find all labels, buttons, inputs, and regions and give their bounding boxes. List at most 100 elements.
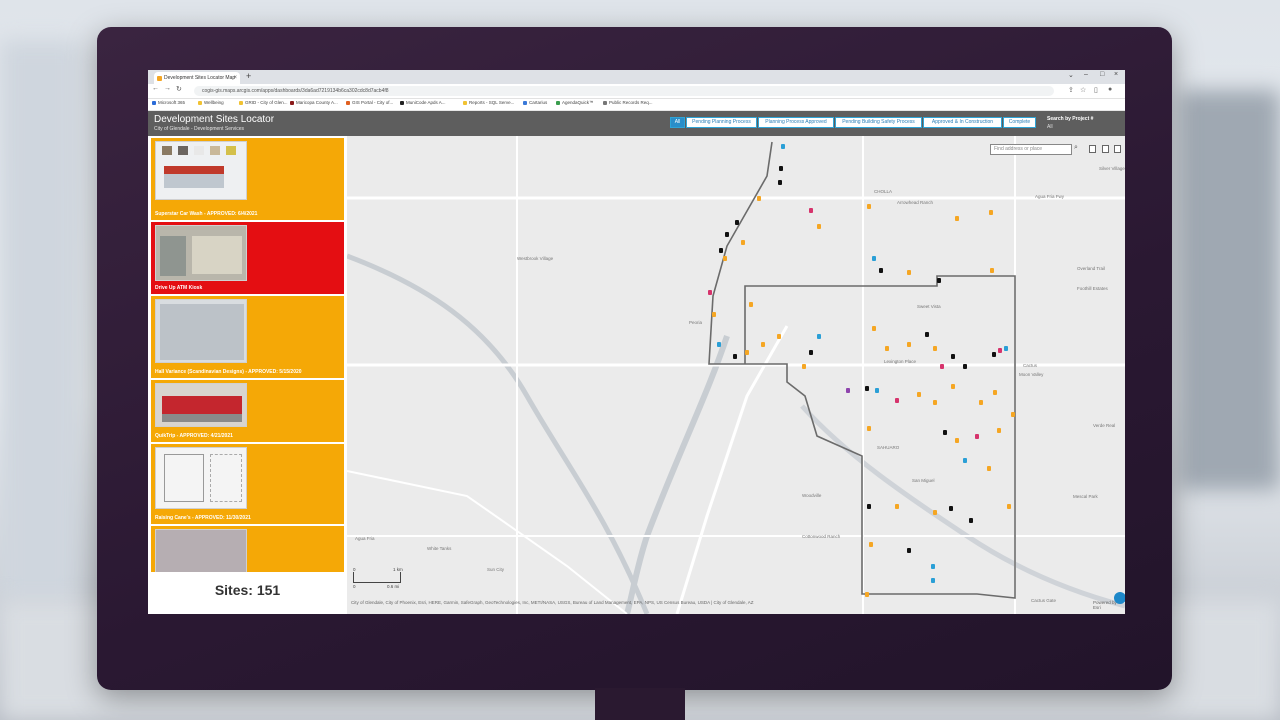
site-marker[interactable] xyxy=(712,312,716,317)
site-marker[interactable] xyxy=(940,364,944,369)
site-marker[interactable] xyxy=(817,224,821,229)
url-field[interactable]: cogis-gis.maps.arcgis.com/apps/dashboard… xyxy=(194,86,1054,96)
bookmark-tool-icon[interactable] xyxy=(1089,145,1096,153)
arcgis-logo-icon[interactable] xyxy=(1114,592,1125,604)
site-marker[interactable] xyxy=(895,504,899,509)
bookmark-item[interactable]: GRID - City of Glen... xyxy=(239,100,288,105)
site-marker[interactable] xyxy=(846,388,850,393)
site-marker[interactable] xyxy=(933,400,937,405)
site-marker[interactable] xyxy=(809,350,813,355)
profile-avatar-icon[interactable]: ● xyxy=(1108,86,1112,93)
map-view[interactable]: CHOLLA Arrowhead Ranch Westbrook Village… xyxy=(347,136,1125,614)
list-item[interactable]: Raising Cane's - APPROVED: 11/30/2021 xyxy=(151,444,344,524)
bookmark-item[interactable]: AgendaQuick™ xyxy=(556,100,594,105)
site-marker[interactable] xyxy=(817,334,821,339)
site-marker[interactable] xyxy=(907,270,911,275)
site-marker[interactable] xyxy=(933,510,937,515)
bookmark-item[interactable]: Wellbeing xyxy=(198,100,224,105)
bookmark-item[interactable]: Public Records Req... xyxy=(603,100,653,105)
site-marker[interactable] xyxy=(989,210,993,215)
project-search-select[interactable]: All xyxy=(1047,124,1053,130)
search-icon[interactable]: ⌕ xyxy=(1074,144,1078,152)
minimize-icon[interactable]: – xyxy=(1084,71,1088,78)
site-marker[interactable] xyxy=(723,256,727,261)
filter-planning-approved-button[interactable]: Planning Process Approved xyxy=(758,117,834,128)
bookmark-star-icon[interactable]: ☆ xyxy=(1080,86,1086,94)
site-marker[interactable] xyxy=(975,434,979,439)
sidebar-icon[interactable]: ▯ xyxy=(1094,86,1098,94)
back-icon[interactable]: ← xyxy=(152,85,159,92)
site-marker[interactable] xyxy=(937,278,941,283)
layers-tool-icon[interactable] xyxy=(1102,145,1109,153)
site-marker[interactable] xyxy=(931,564,935,569)
site-marker[interactable] xyxy=(987,466,991,471)
site-marker[interactable] xyxy=(1011,412,1015,417)
site-marker[interactable] xyxy=(745,350,749,355)
site-marker[interactable] xyxy=(809,208,813,213)
maximize-icon[interactable]: □ xyxy=(1100,71,1104,78)
site-marker[interactable] xyxy=(907,342,911,347)
site-marker[interactable] xyxy=(733,354,737,359)
site-marker[interactable] xyxy=(917,392,921,397)
site-marker[interactable] xyxy=(872,326,876,331)
site-marker[interactable] xyxy=(865,592,869,597)
basemap-gallery-icon[interactable] xyxy=(1114,145,1121,153)
site-marker[interactable] xyxy=(875,388,879,393)
bookmark-item[interactable]: Maricopa County A... xyxy=(290,100,338,105)
site-marker[interactable] xyxy=(879,268,883,273)
site-marker[interactable] xyxy=(992,352,996,357)
site-marker[interactable] xyxy=(993,390,997,395)
site-marker[interactable] xyxy=(955,438,959,443)
share-icon[interactable]: ⇪ xyxy=(1068,86,1074,94)
site-marker[interactable] xyxy=(717,342,721,347)
site-marker[interactable] xyxy=(925,332,929,337)
site-marker[interactable] xyxy=(761,342,765,347)
forward-icon[interactable]: → xyxy=(164,85,171,92)
site-marker[interactable] xyxy=(931,578,935,583)
site-marker[interactable] xyxy=(741,240,745,245)
site-marker[interactable] xyxy=(969,518,973,523)
site-marker[interactable] xyxy=(749,302,753,307)
site-marker[interactable] xyxy=(949,506,953,511)
site-marker[interactable] xyxy=(990,268,994,273)
site-marker[interactable] xyxy=(867,426,871,431)
site-marker[interactable] xyxy=(757,196,761,201)
site-marker[interactable] xyxy=(708,290,712,295)
close-tab-icon[interactable]: × xyxy=(233,72,237,84)
chevron-down-icon[interactable]: ⌄ xyxy=(1068,71,1074,79)
filter-all-button[interactable]: All xyxy=(670,117,685,128)
list-item[interactable]: QuikTrip - APPROVED: 4/21/2021 xyxy=(151,380,344,442)
site-marker[interactable] xyxy=(933,346,937,351)
bookmark-item[interactable]: Reports - SQL Serve... xyxy=(463,100,514,105)
site-marker[interactable] xyxy=(951,354,955,359)
bookmark-item[interactable]: Microsoft 365 xyxy=(152,100,185,105)
site-marker[interactable] xyxy=(963,458,967,463)
site-marker[interactable] xyxy=(869,542,873,547)
list-item[interactable]: Drive Up ATM Kiosk xyxy=(151,222,344,294)
site-marker[interactable] xyxy=(955,216,959,221)
site-marker[interactable] xyxy=(963,364,967,369)
site-marker[interactable] xyxy=(778,180,782,185)
site-marker[interactable] xyxy=(777,334,781,339)
site-marker[interactable] xyxy=(802,364,806,369)
filter-pending-building-button[interactable]: Pending Building Safety Process xyxy=(835,117,922,128)
bookmark-item[interactable]: MuniCode Apds A... xyxy=(400,100,446,105)
site-marker[interactable] xyxy=(725,232,729,237)
site-marker[interactable] xyxy=(998,348,1002,353)
site-marker[interactable] xyxy=(779,166,783,171)
site-marker[interactable] xyxy=(895,398,899,403)
site-marker[interactable] xyxy=(781,144,785,149)
site-marker[interactable] xyxy=(735,220,739,225)
list-item[interactable]: Superstar Car Wash - APPROVED: 6/4/2021 xyxy=(151,138,344,220)
filter-approved-construction-button[interactable]: Approved & In Construction xyxy=(923,117,1002,128)
new-tab-icon[interactable]: + xyxy=(246,71,251,81)
filter-pending-planning-button[interactable]: Pending Planning Process xyxy=(686,117,757,128)
filter-complete-button[interactable]: Complete xyxy=(1003,117,1036,128)
site-marker[interactable] xyxy=(885,346,889,351)
site-marker[interactable] xyxy=(979,400,983,405)
list-item[interactable] xyxy=(151,526,344,572)
site-marker[interactable] xyxy=(1004,346,1008,351)
bookmark-item[interactable]: Cartarius xyxy=(523,100,547,105)
map-search-input[interactable]: Find address or place xyxy=(990,144,1072,155)
close-window-icon[interactable]: × xyxy=(1114,71,1118,78)
